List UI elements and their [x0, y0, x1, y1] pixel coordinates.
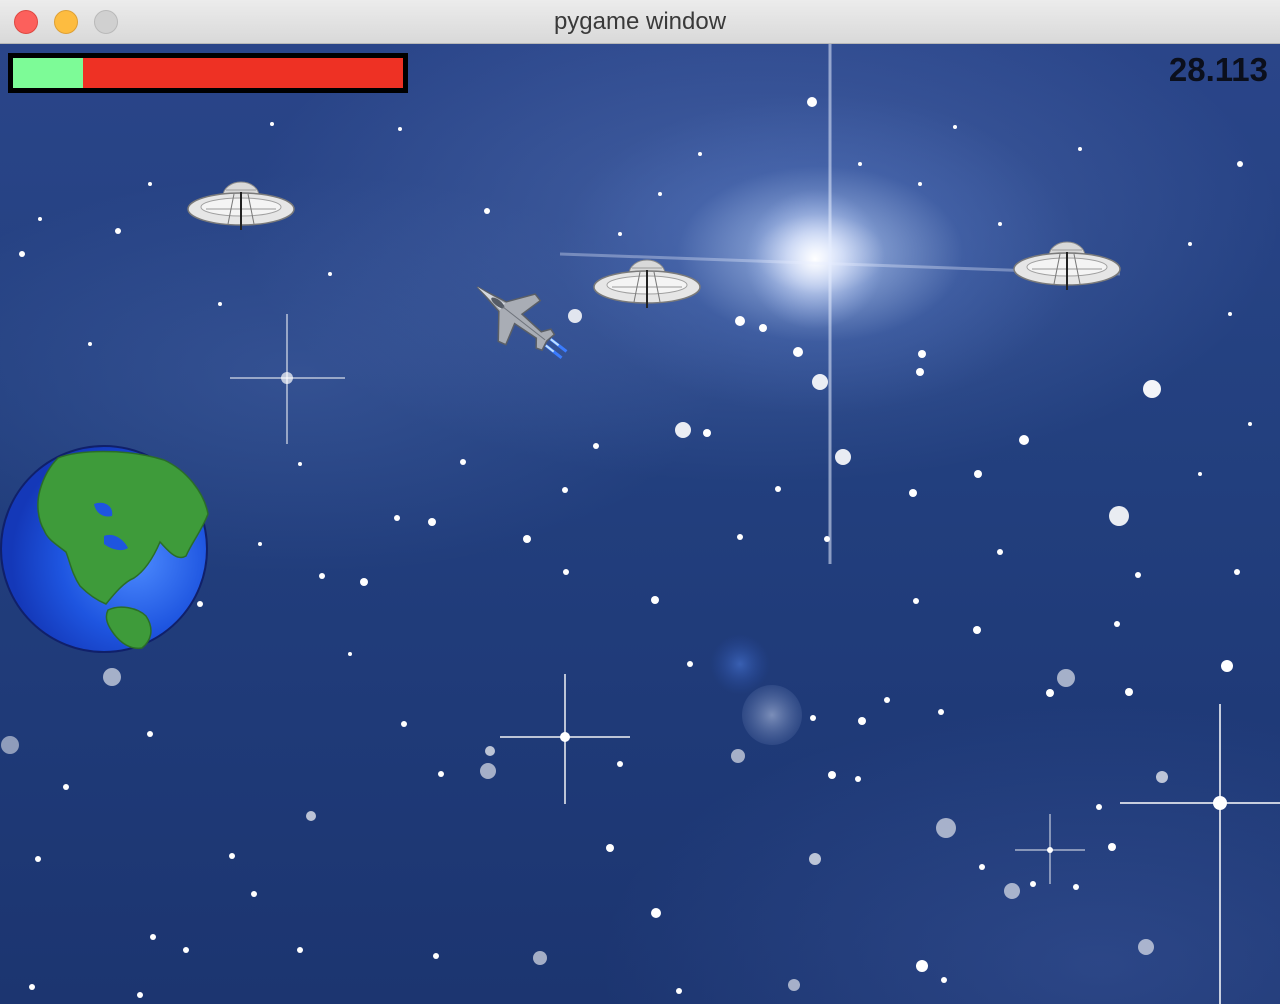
game-canvas[interactable]: 28.113: [0, 44, 1280, 1004]
sparkle-star: [500, 674, 630, 804]
window-title: pygame window: [553, 8, 727, 35]
score-counter: 28.113: [1168, 51, 1268, 88]
sparkle-star: [230, 314, 345, 444]
health-bar-damage: [83, 58, 403, 88]
earth-icon: [0, 445, 209, 653]
health-bar-track: [13, 58, 403, 88]
galaxy-core: [745, 189, 885, 329]
fighter-jet-icon: [476, 286, 568, 359]
ufo-icon: [1013, 241, 1121, 290]
ufo-icon: [593, 259, 701, 308]
lens-flare: [742, 685, 802, 745]
lens-flare: [710, 634, 770, 694]
ufo-icon: [187, 181, 295, 230]
game-window: pygame window 28.113: [0, 0, 1280, 1004]
title-bar[interactable]: pygame window: [0, 0, 1280, 44]
sparkle-star: [1120, 704, 1280, 1004]
sparkle-star: [1015, 814, 1085, 884]
health-bar-fill: [13, 58, 84, 88]
health-bar: [8, 53, 408, 93]
